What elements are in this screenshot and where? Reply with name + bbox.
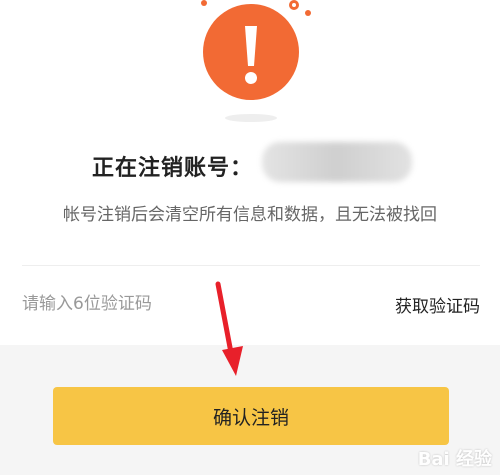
watermark: Bai 经验 bbox=[417, 449, 492, 470]
verification-code-input[interactable] bbox=[22, 288, 322, 320]
get-code-button[interactable]: 获取验证码 bbox=[395, 292, 480, 317]
confirm-cancel-account-button[interactable]: 确认注销 bbox=[53, 387, 449, 445]
decor-dot bbox=[305, 10, 311, 16]
verification-row: 获取验证码 bbox=[22, 288, 480, 320]
icon-shadow bbox=[225, 114, 277, 122]
exclamation-icon bbox=[203, 4, 299, 100]
confirm-button-label: 确认注销 bbox=[212, 406, 289, 429]
account-blurred bbox=[262, 142, 412, 182]
warning-message: 帐号注销后会清空所有信息和数据，且无法被找回 bbox=[63, 205, 437, 225]
arrow-annotation-icon bbox=[215, 281, 243, 376]
warning-graphic bbox=[195, 0, 315, 125]
page-title: 正在注销账号： bbox=[92, 156, 254, 181]
title-row: 正在注销账号： bbox=[92, 148, 253, 184]
divider bbox=[22, 265, 480, 266]
